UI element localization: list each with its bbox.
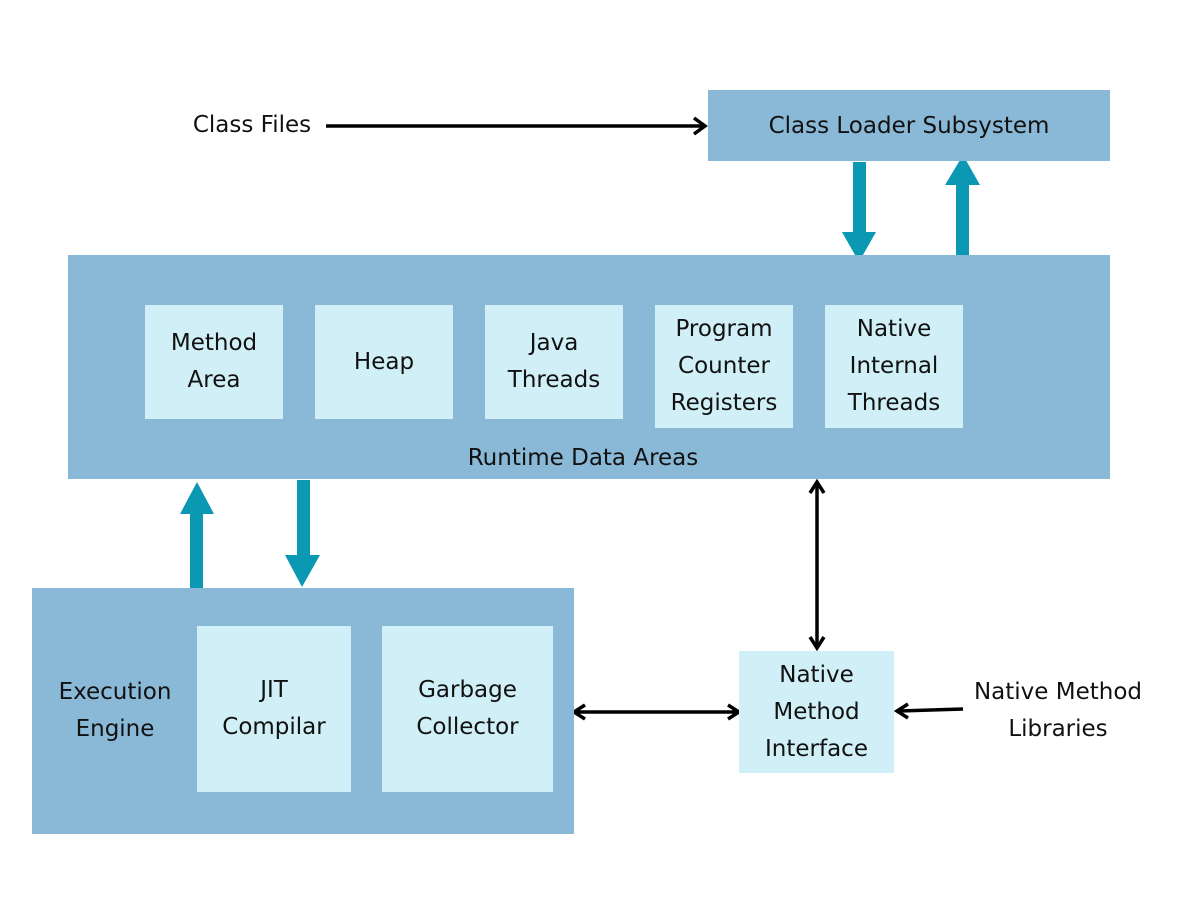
arrow-class-files-to-class-loader: [326, 116, 708, 136]
garbage-collector: Garbage Collector: [382, 626, 553, 792]
execution-engine: Execution Engine JIT Compilar Garbage Co…: [32, 588, 574, 834]
execution-engine-label: Execution Engine: [58, 679, 172, 742]
arrow-execution-engine-to-runtime: [180, 482, 214, 588]
native-method-interface: Native Method Interface: [739, 651, 894, 773]
arrow-runtime-to-native-interface: [808, 478, 826, 652]
jit-compilar: JIT Compilar: [197, 626, 351, 792]
runtime-data-areas: Method Area Heap Java Threads Program Co…: [68, 255, 1110, 479]
method-area: Method Area: [145, 305, 283, 419]
native-internal-threads: Native Internal Threads: [825, 305, 963, 428]
class-loader-subsystem: Class Loader Subsystem: [708, 90, 1110, 161]
runtime-data-areas-label: Runtime Data Areas: [467, 445, 699, 471]
heap: Heap: [315, 305, 453, 419]
arrow-runtime-to-execution-engine: [285, 480, 320, 587]
class-files-label: Class Files: [192, 112, 312, 138]
arrow-class-loader-to-runtime: [842, 162, 876, 262]
arrow-execution-engine-to-native-interface: [570, 703, 743, 721]
class-loader-label: Class Loader Subsystem: [768, 112, 1050, 139]
program-counter-registers: Program Counter Registers: [655, 305, 793, 428]
arrow-runtime-to-class-loader: [945, 155, 980, 255]
native-method-libraries-label: Native Method Libraries: [973, 679, 1143, 742]
arrow-native-libraries-to-native-interface: [893, 702, 964, 720]
java-threads: Java Threads: [485, 305, 623, 419]
